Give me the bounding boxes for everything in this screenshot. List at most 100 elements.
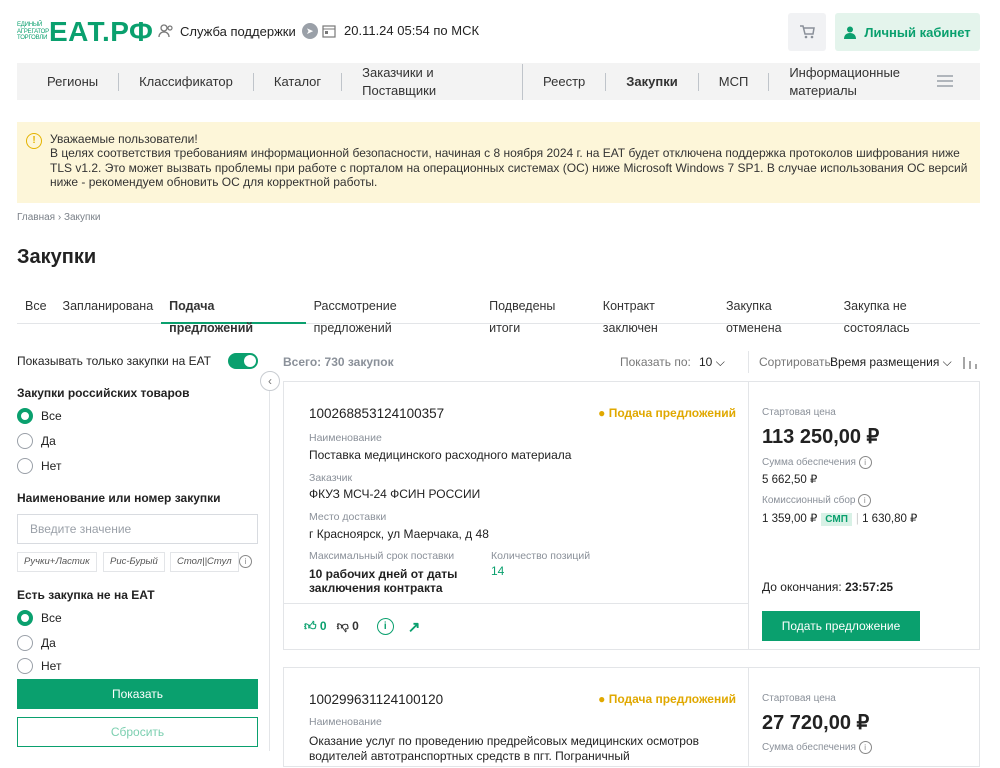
divider	[748, 351, 749, 373]
nav-item-purchases[interactable]: Закупки	[606, 72, 699, 91]
divider: |	[855, 513, 859, 525]
radio-icon	[17, 458, 33, 474]
name-search-input[interactable]: Введите значение	[17, 514, 258, 544]
dislike-button[interactable]: 👎︎ 0	[337, 619, 359, 634]
calendar-icon	[322, 24, 336, 38]
nav-item-msp[interactable]: МСП	[699, 72, 770, 91]
radio-selected-icon	[17, 610, 33, 626]
user-icon	[844, 26, 857, 39]
russian-yes-radio[interactable]: Да	[17, 433, 56, 449]
smp-badge: СМП	[821, 513, 852, 526]
radio-icon	[17, 658, 33, 674]
only-eat-toggle[interactable]	[228, 353, 258, 369]
trend-icon[interactable]: ↗	[408, 618, 421, 636]
purchase-name[interactable]: Оказание услуг по проведению предрейсовы…	[309, 734, 729, 764]
hint-chip[interactable]: Стол||Стул	[170, 552, 239, 572]
info-icon[interactable]: i	[858, 741, 872, 754]
only-eat-label: Показывать только закупки на ЕАТ	[17, 354, 212, 368]
tab-all[interactable]: Все	[17, 295, 55, 324]
sort-value: Время размещения	[830, 355, 940, 369]
tab-cancelled[interactable]: Закупка отменена	[718, 295, 836, 335]
purchase-card: 100299631124100120 ● Подача предложений …	[283, 667, 980, 767]
breadcrumb[interactable]: Главная › Закупки	[17, 212, 100, 223]
tab-contract[interactable]: Контракт заключен	[595, 295, 718, 335]
tab-results[interactable]: Подведены итоги	[481, 295, 595, 335]
deposit-value: 5 662,50 ₽	[762, 474, 818, 486]
card-actions: 👍︎ 0 👎︎ 0 i ↗	[284, 603, 748, 649]
info-icon[interactable]: i	[858, 456, 872, 469]
sort-select[interactable]: Время размещения ⌵	[830, 355, 952, 370]
filters-panel: Показывать только закупки на ЕАТ Закупки…	[17, 345, 259, 751]
radio-label: Да	[41, 434, 56, 448]
hint-chip[interactable]: Рис-Бурый	[103, 552, 165, 572]
purchase-number[interactable]: 100268853124100357	[309, 406, 444, 421]
per-page-label: Показать по:	[620, 355, 691, 369]
purchase-number[interactable]: 100299631124100120	[309, 692, 443, 707]
main-nav: Регионы Классификатор Каталог Заказчики …	[17, 63, 980, 100]
not-eat-all-radio[interactable]: Все	[17, 610, 62, 626]
nav-item-regions[interactable]: Регионы	[17, 72, 120, 91]
tab-review[interactable]: Рассмотрение предложений	[306, 295, 482, 335]
logo-tagline: Единый агрегатор торговли	[17, 22, 49, 42]
thumbs-up-icon: 👍︎	[304, 619, 317, 633]
cart-button[interactable]	[788, 13, 826, 51]
collapse-filters-button[interactable]: ‹	[260, 371, 280, 391]
list-toolbar: Всего: 730 закупок Показать по: 10 ⌵ Сор…	[283, 351, 980, 373]
fee-amount: 1 359,00 ₽	[762, 513, 818, 525]
info-icon[interactable]: i	[376, 618, 394, 635]
logo-text: ЕАТ.РФ	[49, 16, 154, 47]
term-label: Максимальный срок поставки	[309, 550, 455, 562]
radio-icon	[17, 635, 33, 651]
menu-icon[interactable]	[937, 75, 953, 90]
deposit-label-text: Сумма обеспечения	[762, 457, 856, 468]
per-page-select[interactable]: 10 ⌵	[699, 355, 725, 370]
telegram-icon[interactable]: ➤	[301, 23, 318, 39]
tab-submission[interactable]: Подача предложений	[161, 295, 306, 335]
sort-direction-icon[interactable]	[962, 356, 978, 370]
customer-name[interactable]: ФКУЗ МСЧ-24 ФСИН РОССИИ	[309, 487, 480, 501]
hint-chip[interactable]: Ручки+Ластик	[17, 552, 97, 572]
russian-no-radio[interactable]: Нет	[17, 458, 61, 474]
russian-all-radio[interactable]: Все	[17, 408, 62, 424]
sort-label: Сортировать:	[759, 355, 835, 369]
name-label: Наименование или номер закупки	[17, 491, 221, 505]
not-eat-no-radio[interactable]: Нет	[17, 658, 61, 674]
deposit-label: Сумма обеспечения i	[762, 741, 872, 754]
russian-goods-label: Закупки российских товаров	[17, 386, 190, 400]
time-left-value: 23:57:25	[845, 580, 894, 594]
nav-item-customers[interactable]: Заказчики и Поставщики	[342, 63, 524, 100]
radio-label: Все	[41, 611, 62, 625]
radio-icon	[17, 433, 33, 449]
not-eat-yes-radio[interactable]: Да	[17, 635, 56, 651]
per-page-value: 10	[699, 355, 713, 369]
tab-planned[interactable]: Запланирована	[55, 295, 162, 324]
purchase-name[interactable]: Поставка медицинского расходного материа…	[309, 448, 571, 462]
cabinet-label: Личный кабинет	[864, 24, 971, 40]
nav-item-registry[interactable]: Реестр	[523, 72, 607, 91]
status-badge: ● Подача предложений	[598, 692, 736, 706]
tab-failed[interactable]: Закупка не состоялась	[836, 295, 980, 335]
radio-label: Нет	[41, 459, 62, 473]
start-price-label: Стартовая цена	[762, 693, 836, 704]
status-badge: ● Подача предложений	[598, 406, 736, 420]
status-tabs: Все Запланирована Подача предложений Рас…	[17, 295, 980, 335]
support-link[interactable]: Служба поддержки ➤	[158, 23, 318, 39]
nav-item-classifier[interactable]: Классификатор	[119, 72, 254, 91]
show-button[interactable]: Показать	[17, 679, 258, 709]
alert-body: В целях соответствия требованиям информа…	[50, 146, 968, 189]
place-label: Место доставки	[309, 511, 387, 523]
submit-offer-button[interactable]: Подать предложение	[762, 611, 920, 641]
info-icon[interactable]: i	[858, 494, 872, 507]
nav-item-catalog[interactable]: Каталог	[254, 72, 343, 91]
like-button[interactable]: 👍︎ 0	[304, 619, 327, 634]
qty-value: 14	[491, 564, 505, 578]
card-price-panel: Стартовая цена 113 250,00 ₽ Сумма обеспе…	[748, 382, 980, 649]
header: Единый агрегатор торговли ЕАТ.РФ Служба …	[0, 0, 1000, 64]
info-icon[interactable]: i	[239, 555, 252, 568]
time-left: До окончания: 23:57:25	[762, 580, 893, 594]
radio-label: Все	[41, 409, 62, 423]
cabinet-button[interactable]: Личный кабинет	[835, 13, 980, 51]
dislikes-count: 0	[352, 619, 359, 633]
reset-button[interactable]: Сбросить	[17, 717, 258, 747]
logo[interactable]: Единый агрегатор торговли ЕАТ.РФ	[17, 16, 153, 48]
